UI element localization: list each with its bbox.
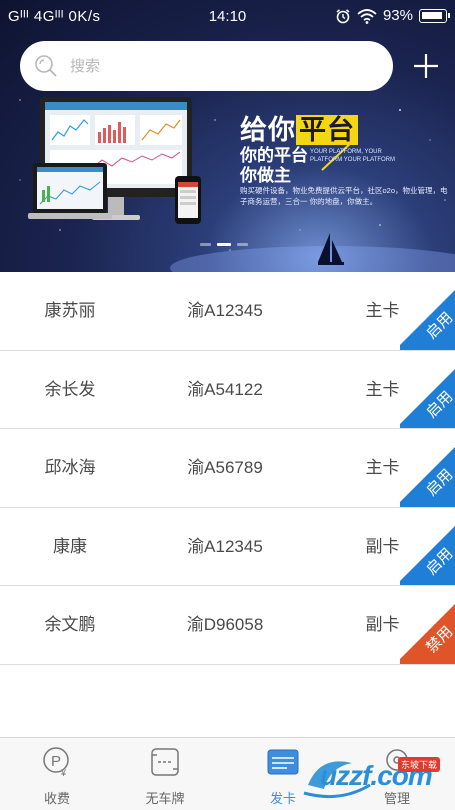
- svg-text:¥: ¥: [60, 768, 67, 778]
- status-bar: Gᴵᴵᴵ 4Gᴵᴵᴵ 0K/s 14:10 93%: [0, 0, 455, 32]
- alarm-icon: [336, 8, 350, 23]
- owner-name: 康康: [53, 536, 87, 556]
- add-icon[interactable]: [410, 50, 442, 82]
- list-item[interactable]: 余长发 渝A54122 主卡 启用: [0, 350, 455, 429]
- list-item[interactable]: 余文鹏 渝D96058 副卡 禁用: [0, 586, 455, 665]
- owner-name: 邱冰海: [44, 458, 96, 477]
- search-input[interactable]: [70, 57, 330, 75]
- status-badge[interactable]: 禁用: [400, 586, 455, 664]
- plate-number: 渝A12345: [187, 536, 263, 556]
- computer-illustration: [28, 97, 201, 224]
- tab-no-plate[interactable]: 无车牌: [125, 738, 205, 810]
- carousel-dot-active[interactable]: [217, 243, 231, 246]
- search-icon: [35, 55, 57, 77]
- svg-text:P: P: [51, 753, 61, 770]
- battery-percent: 93%: [382, 7, 413, 24]
- status-badge[interactable]: 启用: [400, 272, 455, 350]
- banner-sub-line2: 你做主: [240, 166, 291, 185]
- banner-subtitle: 你的平台 你做主: [240, 146, 308, 186]
- parking-fee-icon: P ¥: [43, 747, 69, 778]
- tab-label: 无车牌: [145, 791, 185, 806]
- plate-number: 渝D96058: [186, 615, 264, 634]
- owner-name: 康苏丽: [44, 301, 96, 320]
- banner-small-caption: YOUR PLATFORM, YOUR PLATFORM YOUR PLATFO…: [310, 149, 396, 163]
- status-right: 93%: [335, 7, 450, 24]
- list-item[interactable]: 康康 渝A12345 副卡 启用: [0, 507, 455, 586]
- tab-label: 收费: [43, 791, 70, 806]
- plate-number: 渝A12345: [187, 301, 263, 320]
- app-screen: Gᴵᴵᴵ 4Gᴵᴵᴵ 0K/s 14:10 93% 搜索 给你 平台 你的平台 …: [0, 0, 455, 810]
- plate-number: 渝A54122: [187, 379, 263, 399]
- plate-number: 渝A56789: [187, 458, 263, 477]
- vehicle-card-list: 康苏丽 渝A12345 主卡 启用 余长发 渝A54122 主卡 启用 邱冰海 渝A56789 主卡…: [0, 272, 455, 665]
- banner-description: 购买硬件设备，物业免费提供云平台，社区o2o，物业管理，电子商务运营，三合一 你…: [240, 186, 448, 206]
- banner-sub-line1: 你的平台: [240, 146, 308, 165]
- card-issue-icon: [267, 749, 299, 775]
- owner-name: 余长发: [44, 379, 96, 399]
- banner-title-prefix: 给你: [240, 115, 296, 145]
- carousel-dot[interactable]: [237, 243, 248, 246]
- banner-title-highlight: 平台: [296, 115, 358, 145]
- watermark-badge: 东坡下载: [398, 757, 441, 772]
- list-item[interactable]: 康苏丽 渝A12345 主卡 启用: [0, 272, 455, 351]
- search-bar[interactable]: [20, 41, 393, 91]
- promo-banner[interactable]: Gᴵᴵᴵ 4Gᴵᴵᴵ 0K/s 14:10 93% 搜索 给你 平台 你的平台 …: [0, 0, 455, 272]
- tab-charge[interactable]: P ¥ 收费: [17, 738, 97, 810]
- list-item[interactable]: 邱冰海 渝A56789 主卡 启用: [0, 429, 455, 508]
- carousel-indicator: [200, 243, 248, 246]
- owner-name: 余文鹏: [44, 615, 96, 634]
- status-badge[interactable]: 启用: [400, 508, 455, 586]
- battery-icon: [419, 8, 450, 23]
- carousel-dot[interactable]: [200, 243, 211, 246]
- banner-title: 给你 平台: [240, 108, 358, 147]
- wifi-icon: [357, 8, 377, 24]
- status-badge[interactable]: 启用: [400, 351, 455, 429]
- status-badge[interactable]: 启用: [400, 429, 455, 507]
- no-plate-icon: [151, 748, 179, 776]
